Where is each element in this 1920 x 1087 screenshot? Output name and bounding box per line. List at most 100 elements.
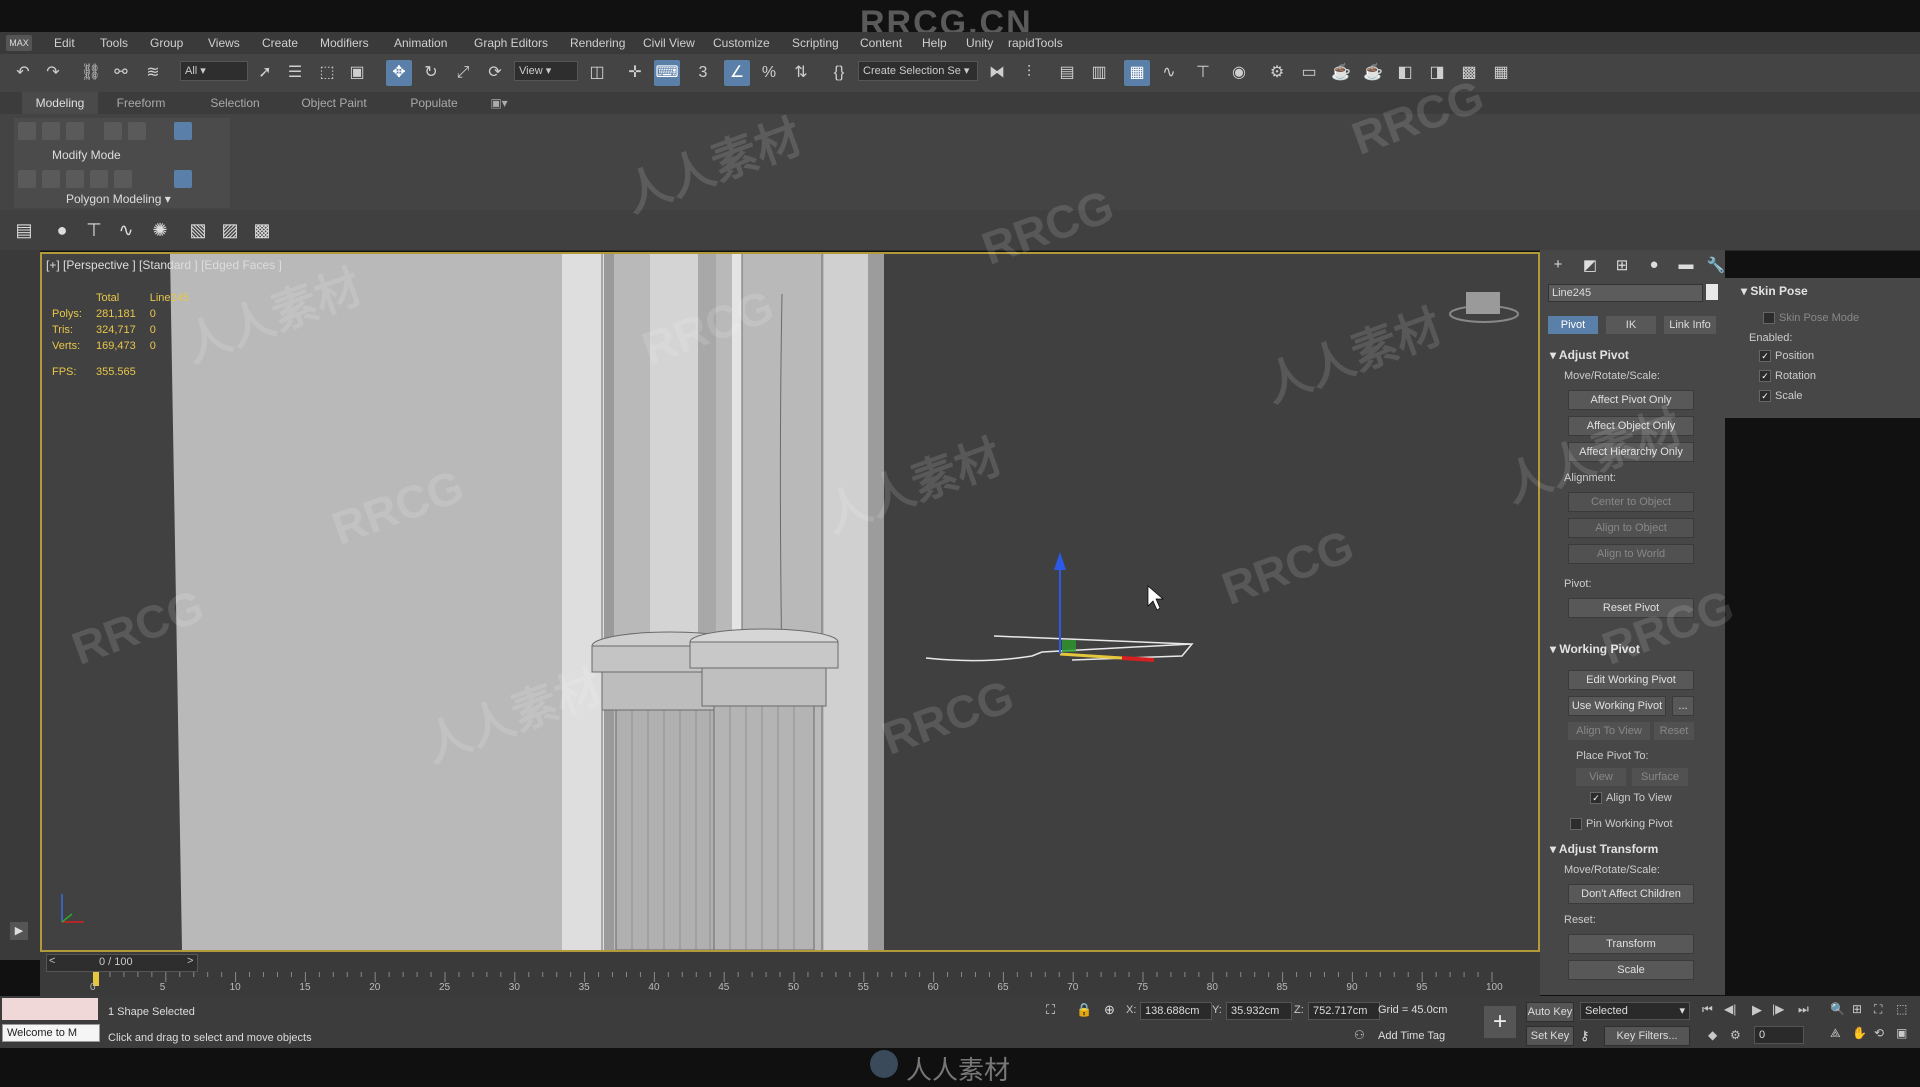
- dont-affect-children-button[interactable]: Don't Affect Children: [1568, 884, 1694, 904]
- display-cameras-icon[interactable]: ▧: [186, 218, 210, 242]
- play-icon[interactable]: ▶: [1752, 1002, 1762, 1018]
- lock-icon[interactable]: 🔒: [1076, 1002, 1092, 1018]
- adjust-transform-rollout[interactable]: ▾ Adjust Transform: [1550, 842, 1720, 860]
- adjust-pivot-rollout[interactable]: ▾ Adjust Pivot: [1550, 348, 1720, 366]
- ribbon-options-icon[interactable]: ▣▾: [484, 92, 514, 114]
- menu-content[interactable]: Content: [860, 32, 902, 54]
- working-pivot-more-button[interactable]: ...: [1672, 696, 1694, 716]
- scale-icon[interactable]: ⤢: [450, 60, 476, 86]
- app-logo[interactable]: MAX: [6, 35, 32, 51]
- zoom-extents-icon[interactable]: ⛶: [1874, 1002, 1882, 1017]
- tab-ik[interactable]: IK: [1606, 316, 1656, 334]
- go-to-end-icon[interactable]: ⏭: [1798, 1002, 1809, 1017]
- orbit-icon[interactable]: ⟲: [1874, 1026, 1884, 1040]
- ribbon-tool-8[interactable]: [42, 170, 60, 188]
- time-slider[interactable]: < 0 / 100 >: [46, 954, 198, 972]
- set-key-big-icon[interactable]: +: [1484, 1006, 1516, 1038]
- menu-customize[interactable]: Customize: [713, 32, 770, 54]
- go-to-start-icon[interactable]: ⏮: [1702, 1002, 1713, 1017]
- menu-graph-editors[interactable]: Graph Editors: [474, 32, 548, 54]
- rect-selection-icon[interactable]: ⬚: [314, 60, 340, 86]
- create-selection-set-dropdown[interactable]: Create Selection Se ▾: [858, 61, 978, 81]
- reset-scale-button[interactable]: Scale: [1568, 960, 1694, 980]
- selection-filter-dropdown[interactable]: All ▾: [180, 61, 248, 81]
- menu-views[interactable]: Views: [208, 32, 240, 54]
- place-view-button[interactable]: View: [1576, 768, 1626, 786]
- hierarchy-tab-icon[interactable]: ⊞: [1610, 256, 1634, 276]
- rendered-frame-icon[interactable]: ▭: [1296, 60, 1322, 86]
- edit-working-pivot-button[interactable]: Edit Working Pivot: [1568, 670, 1694, 690]
- tab-object-paint[interactable]: Object Paint: [294, 92, 374, 114]
- keyboard-shortcut-icon[interactable]: ⌨: [654, 60, 680, 86]
- angle-snap-icon[interactable]: ∠: [724, 60, 750, 86]
- prev-frame-icon[interactable]: ◀|: [1724, 1002, 1736, 1016]
- zoom-icon[interactable]: 🔍: [1830, 1002, 1845, 1016]
- skin-pose-scale-checkbox[interactable]: ✓ Scale: [1759, 390, 1803, 403]
- menu-rendering[interactable]: Rendering: [570, 32, 625, 54]
- environment-icon[interactable]: ◨: [1424, 60, 1450, 86]
- curve-editor-icon[interactable]: ∿: [1156, 60, 1182, 86]
- object-color-swatch[interactable]: [1706, 284, 1718, 300]
- ribbon-tool-2[interactable]: [42, 122, 60, 140]
- schematic-view-icon[interactable]: ⊤: [1190, 60, 1216, 86]
- add-time-tag-icon[interactable]: ⚇: [1354, 1028, 1365, 1042]
- menu-create[interactable]: Create: [262, 32, 298, 54]
- z-coordinate-field[interactable]: 752.717cm: [1308, 1002, 1380, 1020]
- utilities-tab-icon[interactable]: 🔧: [1704, 256, 1728, 276]
- key-mode-toggle-icon[interactable]: ◆: [1708, 1028, 1717, 1042]
- key-filters-button[interactable]: Key Filters...: [1604, 1026, 1690, 1046]
- wp-reset-button[interactable]: Reset: [1654, 722, 1694, 740]
- select-object-icon[interactable]: ➚: [252, 60, 278, 86]
- display-shapes-icon[interactable]: ∿: [114, 218, 138, 242]
- modify-tab-icon[interactable]: ◩: [1578, 256, 1602, 276]
- pivot-center-icon[interactable]: ◫: [584, 60, 610, 86]
- redo-icon[interactable]: ↷: [40, 60, 66, 86]
- menu-animation[interactable]: Animation: [394, 32, 447, 54]
- align-to-object-button[interactable]: Align to Object: [1568, 518, 1694, 538]
- reset-transform-button[interactable]: Transform: [1568, 934, 1694, 954]
- absolute-mode-icon[interactable]: ⊕: [1104, 1002, 1120, 1018]
- ribbon-tool-10[interactable]: [90, 170, 108, 188]
- select-manipulate-icon[interactable]: ✛: [622, 60, 648, 86]
- perspective-viewport[interactable]: [+] [Perspective ] [Standard ] [Edged Fa…: [40, 252, 1540, 952]
- tab-modeling[interactable]: Modeling: [22, 92, 98, 114]
- skin-pose-mode-checkbox[interactable]: Skin Pose Mode: [1763, 312, 1859, 325]
- ribbon-tool-6[interactable]: [174, 122, 192, 140]
- move-icon[interactable]: ✥: [386, 60, 412, 86]
- place-surface-button[interactable]: Surface: [1632, 768, 1688, 786]
- wp-align-to-view-button[interactable]: Align To View: [1568, 722, 1650, 740]
- ribbon-tool-9[interactable]: [66, 170, 84, 188]
- maximize-viewport-icon[interactable]: ⬚: [1896, 1002, 1907, 1016]
- affect-hierarchy-only-button[interactable]: Affect Hierarchy Only: [1568, 442, 1694, 462]
- time-config-icon[interactable]: ⚙: [1730, 1028, 1741, 1042]
- ref-coord-dropdown[interactable]: View ▾: [514, 61, 578, 81]
- affect-pivot-only-button[interactable]: Affect Pivot Only: [1568, 390, 1694, 410]
- display-helpers-icon[interactable]: ▨: [218, 218, 242, 242]
- render-production-icon[interactable]: ☕: [1328, 60, 1354, 86]
- use-working-pivot-button[interactable]: Use Working Pivot: [1568, 696, 1666, 716]
- tab-pivot[interactable]: Pivot: [1548, 316, 1598, 334]
- add-time-tag[interactable]: Add Time Tag: [1378, 1030, 1445, 1042]
- key-icon[interactable]: ⚷: [1580, 1028, 1590, 1044]
- pan-icon[interactable]: ✋: [1852, 1026, 1867, 1040]
- placement-icon[interactable]: ⟳: [482, 60, 508, 86]
- ribbon-tool-12[interactable]: [174, 170, 192, 188]
- display-geometry-icon[interactable]: ⊤: [82, 218, 106, 242]
- spinner-snap-icon[interactable]: ⇅: [788, 60, 814, 86]
- percent-snap-icon[interactable]: %: [756, 60, 782, 86]
- ribbon-toggle-icon[interactable]: ▦: [1124, 60, 1150, 86]
- tab-link-info[interactable]: Link Info: [1664, 316, 1716, 334]
- time-slider-prev-icon[interactable]: <: [49, 955, 55, 967]
- viewport-layout-icon[interactable]: ▩: [1456, 60, 1482, 86]
- skin-pose-rotation-checkbox[interactable]: ✓ Rotation: [1759, 370, 1816, 383]
- maxscript-listener-box[interactable]: [2, 998, 98, 1020]
- menu-civil-view[interactable]: Civil View: [643, 32, 695, 54]
- next-frame-icon[interactable]: |▶: [1772, 1002, 1784, 1016]
- tab-selection[interactable]: Selection: [200, 92, 270, 114]
- menu-help[interactable]: Help: [922, 32, 947, 54]
- time-slider-next-icon[interactable]: >: [187, 955, 193, 967]
- menu-scripting[interactable]: Scripting: [792, 32, 839, 54]
- scene-explorer-icon[interactable]: ▤: [1054, 60, 1080, 86]
- create-tab-icon[interactable]: +: [1546, 256, 1570, 276]
- viewport-label[interactable]: [+] [Perspective ] [Standard ] [Edged Fa…: [46, 258, 282, 272]
